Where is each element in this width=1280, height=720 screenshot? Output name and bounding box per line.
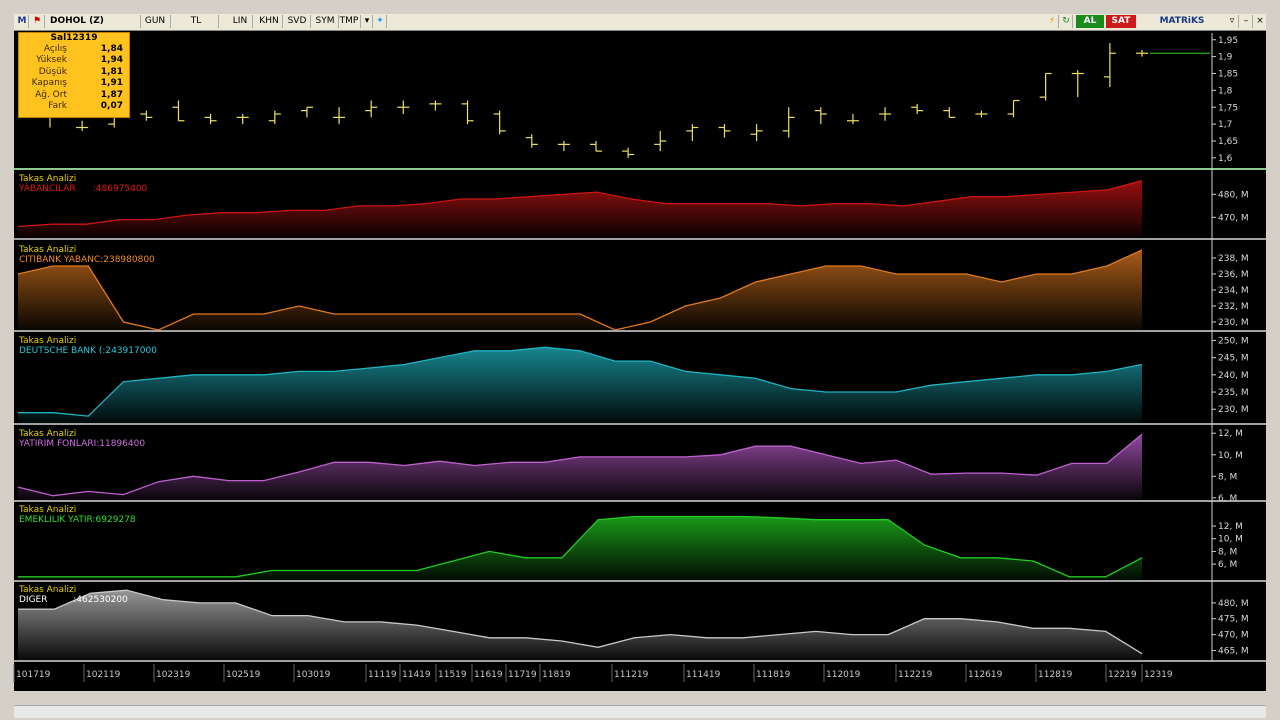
series-area xyxy=(18,180,1142,238)
info-label: Kapanış xyxy=(31,78,67,89)
charts-svg: 1,95 1,9 1,85 1,8 1,75 1,7 1,65 1,6 480, M 470, M… xyxy=(13,33,1266,682)
series-label-deutsche: DEUTSCHE BANK (:243917000 xyxy=(19,346,157,356)
y-tick-label: 1,6 xyxy=(1218,154,1233,164)
horizontal-scrollbar[interactable] xyxy=(14,705,1266,718)
panel-title: Takas Analizi xyxy=(19,505,77,515)
x-tick-label: 102119 xyxy=(86,670,121,680)
info-date: Sal12319 xyxy=(50,33,98,43)
y-tick-label: 6, M xyxy=(1218,494,1237,504)
y-tick-label: 12, M xyxy=(1218,522,1243,532)
x-tick-label: 102319 xyxy=(156,670,191,680)
x-tick-label: 12319 xyxy=(1144,670,1173,680)
series-label-yabancilar: YABANCILAR :486975400 xyxy=(19,184,148,194)
info-label: Fark xyxy=(48,100,67,111)
x-tick-label: 102519 xyxy=(226,670,261,680)
x-tick-label: 112619 xyxy=(968,670,1003,680)
x-tick-label: 111419 xyxy=(686,670,721,680)
panel-title: Takas Analizi xyxy=(19,585,77,595)
y-tick-label: 232, M xyxy=(1218,302,1249,312)
series-label-citibank: CITIBANK YABANC:238980800 xyxy=(19,255,155,265)
series-label-emeklilik: EMEKLILIK YATIR:6929278 xyxy=(19,515,136,525)
y-tick-label: 6, M xyxy=(1218,560,1237,570)
y-tick-label: 1,95 xyxy=(1218,36,1238,46)
info-value: 1,81 xyxy=(100,66,123,77)
y-tick-label: 1,75 xyxy=(1218,103,1238,113)
y-tick-label: 234, M xyxy=(1218,286,1249,296)
y-tick-label: 230, M xyxy=(1218,405,1249,415)
x-tick-label: 111819 xyxy=(756,670,791,680)
info-row: Yüksek 1,94 xyxy=(19,55,129,66)
info-row: Fark 0,07 xyxy=(19,101,129,112)
y-tick-label: 240, M xyxy=(1218,371,1249,381)
series-area xyxy=(18,516,1142,580)
y-tick-label: 1,8 xyxy=(1218,86,1233,96)
x-tick-label: 112819 xyxy=(1038,670,1073,680)
info-label: Yüksek xyxy=(36,55,67,66)
panel-title: Takas Analizi xyxy=(19,245,77,255)
y-tick-label: 250, M xyxy=(1218,336,1249,346)
x-tick-label: 103019 xyxy=(296,670,331,680)
info-label: Ağ. Ort xyxy=(35,89,67,100)
y-tick-label: 10, M xyxy=(1218,535,1243,545)
x-tick-label: 111219 xyxy=(614,670,649,680)
y-tick-label: 465, M xyxy=(1218,646,1249,656)
x-tick-label: 11719 xyxy=(508,670,537,680)
series-area xyxy=(18,590,1142,660)
y-tick-label: 470, M xyxy=(1218,213,1249,223)
y-tick-label: 480, M xyxy=(1218,599,1249,609)
panel-title: Takas Analizi xyxy=(19,174,77,184)
y-tick-label: 235, M xyxy=(1218,388,1249,398)
x-tick-label: 112219 xyxy=(898,670,933,680)
x-tick-label: 11619 xyxy=(474,670,503,680)
info-row: Kapanış 1,91 xyxy=(19,78,129,89)
info-label: Düşük xyxy=(38,66,67,77)
x-tick-label: 11419 xyxy=(402,670,431,680)
info-value: 1,84 xyxy=(100,44,123,54)
info-label: Açılış xyxy=(43,44,67,54)
info-value: 1,91 xyxy=(100,78,123,89)
info-row: Açılış 1,84 xyxy=(19,44,129,55)
x-tick-label: 11819 xyxy=(542,670,571,680)
y-tick-label: 475, M xyxy=(1218,615,1249,625)
y-tick-label: 10, M xyxy=(1218,451,1243,461)
x-tick-label: 11119 xyxy=(368,670,397,680)
y-tick-label: 236, M xyxy=(1218,270,1249,280)
panel-title: Takas Analizi xyxy=(19,429,77,439)
y-tick-label: 8, M xyxy=(1218,472,1237,482)
y-tick-label: 1,65 xyxy=(1218,137,1238,147)
y-tick-label: 480, M xyxy=(1218,190,1249,200)
info-row: Düşük 1,81 xyxy=(19,67,129,78)
x-tick-label: 12219 xyxy=(1108,670,1137,680)
y-tick-label: 1,7 xyxy=(1218,120,1232,130)
info-value: 0,07 xyxy=(100,100,123,111)
y-tick-label: 1,9 xyxy=(1218,53,1233,63)
y-tick-label: 8, M xyxy=(1218,547,1237,557)
y-tick-label: 470, M xyxy=(1218,631,1249,641)
y-tick-label: 238, M xyxy=(1218,254,1249,264)
y-tick-label: 245, M xyxy=(1218,354,1249,364)
panel-title: Takas Analizi xyxy=(19,336,77,346)
series-area xyxy=(18,434,1142,500)
series-label-yatirim: YATIRIM FONLARI:11896400 xyxy=(19,439,146,449)
series-area xyxy=(18,347,1142,423)
info-value: 1,94 xyxy=(100,55,123,66)
info-row: Ağ. Ort 1,87 xyxy=(19,90,129,101)
y-tick-label: 230, M xyxy=(1218,318,1249,328)
ohlc-info-box: Sal12319 Açılış 1,84 Yüksek 1,94 Düşük 1,81… xyxy=(18,32,130,118)
y-tick-label: 12, M xyxy=(1218,429,1243,439)
x-tick-label: 11519 xyxy=(438,670,467,680)
info-value: 1,87 xyxy=(100,89,123,100)
y-tick-label: 1,85 xyxy=(1218,70,1238,80)
series-label-diger: DIGER :462530200 xyxy=(19,595,128,605)
series-area xyxy=(18,250,1142,330)
x-tick-label: 101719 xyxy=(16,670,51,680)
x-tick-label: 112019 xyxy=(826,670,861,680)
